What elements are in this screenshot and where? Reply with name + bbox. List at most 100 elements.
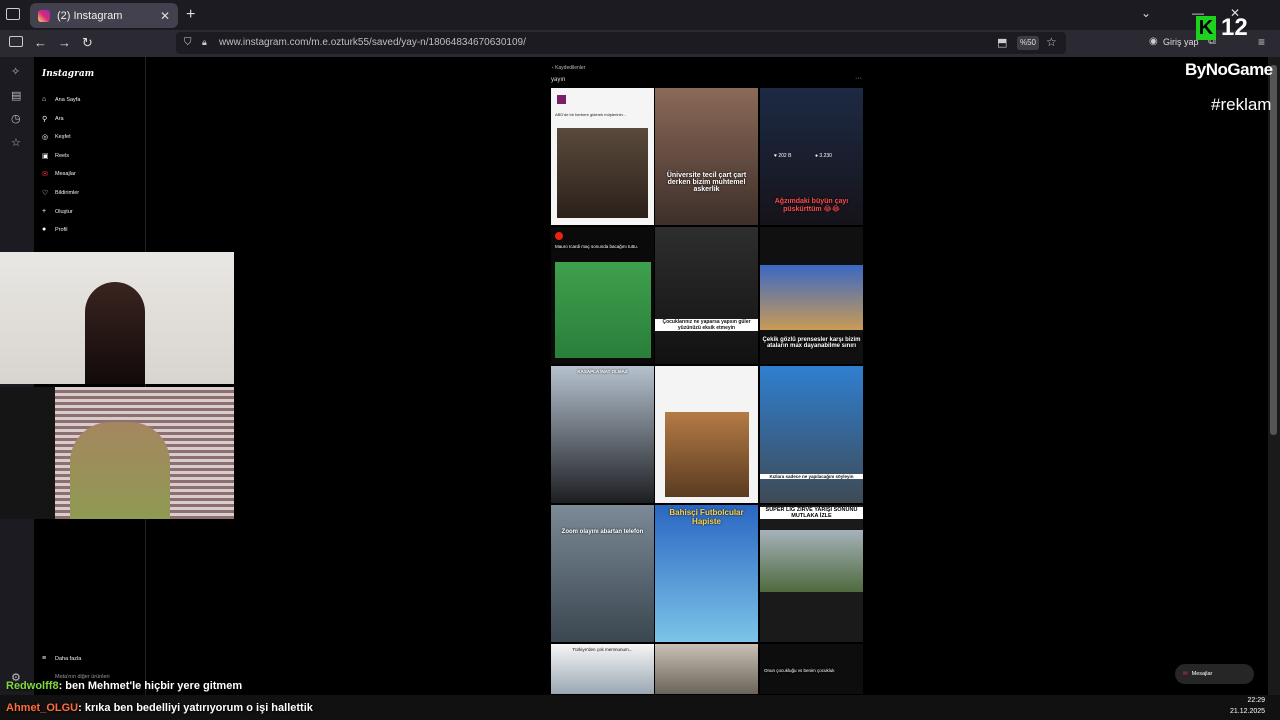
saved-post[interactable] [655, 366, 758, 503]
nav-reels[interactable]: ▣ Reels [42, 152, 69, 160]
nav-search[interactable]: ⚲ Ara [42, 115, 64, 123]
compass-icon: ◎ [42, 134, 49, 141]
post-caption: Bahisçi Futbolcular Hapiste [669, 508, 744, 526]
person-silhouette [70, 422, 170, 519]
sidebar-toggle-icon[interactable] [9, 36, 23, 47]
post-caption: KASAPLA İNAT OLMAZ [577, 369, 628, 374]
bookmarks-icon[interactable]: ☆ [11, 136, 23, 149]
sponsor-brand: ByNoGame [1185, 60, 1273, 79]
plus-icon: + [42, 208, 47, 215]
chat-user: Redwolff8 [6, 680, 59, 692]
login-button[interactable]: Giriş yap [1163, 37, 1199, 47]
history-icon[interactable]: ◷ [11, 112, 23, 125]
system-clock: 22:29 21.12.2025 [1230, 695, 1265, 717]
avatar [555, 232, 563, 240]
tab-instagram[interactable]: (2) Instagram ✕ [30, 3, 178, 28]
post-image [557, 128, 648, 218]
saved-post[interactable]: Çocuklarınız ne yaparsa yapsın güler yüz… [655, 227, 758, 364]
chat-user: Ahmet_OLGU [6, 702, 79, 714]
ai-sparkle-icon[interactable]: ✧ [11, 65, 23, 78]
instagram-favicon-icon [38, 9, 50, 22]
chevron-down-icon[interactable]: ⌄ [1141, 6, 1151, 20]
nav-messages[interactable]: ✉ Mesajlar [42, 170, 76, 178]
nav-more[interactable]: ≡ Daha fazla [42, 655, 81, 662]
post-caption: Kızlara sadece ne yapılacağını söyleyin [760, 474, 863, 479]
saved-post[interactable]: Çekik gözlü prensesler karşı bizim atala… [760, 227, 863, 364]
nav-label: Mesajlar [55, 171, 76, 177]
forward-icon[interactable]: → [58, 35, 71, 50]
webcam-host [0, 252, 234, 384]
post-caption: SÜPER LİG ZİRVE YARIŞI SONUNU MUTLAKA İZ… [760, 507, 863, 519]
synced-tabs-icon[interactable]: ▤ [11, 89, 23, 102]
saved-post[interactable]: Bahisçi Futbolcular Hapiste [655, 505, 758, 642]
saved-post[interactable]: ABD'de bir berbere giderek müşterinin... [551, 88, 654, 225]
nav-notifications[interactable]: ♡ Bildirimler [42, 189, 79, 197]
post-caption: Mauro Icardi maç sonunda bacağını tuttu. [555, 244, 639, 249]
zoom-level[interactable]: %50 [1017, 36, 1039, 50]
collection-title: yayın [551, 77, 566, 83]
likes-count: ♥ 202 B [774, 153, 792, 159]
account-icon: ◉ [1149, 36, 1158, 47]
chat-text: : ben Mehmet'le hiçbir yere gitmem [58, 680, 243, 692]
comments-value: 3.230 [819, 153, 832, 159]
saved-post[interactable]: Üniversite tecil çart çart derken bizim … [655, 88, 758, 225]
reader-mode-icon[interactable]: ⬒ [997, 36, 1007, 49]
more-options-icon[interactable]: ··· [855, 75, 862, 82]
star-icon[interactable]: ☆ [1046, 35, 1057, 49]
saved-post[interactable]: Zoom olayını abartan telefon [551, 505, 654, 642]
back-icon[interactable]: ← [34, 35, 47, 50]
nav-label: Keşfet [55, 134, 71, 140]
new-tab-icon[interactable]: + [186, 6, 195, 24]
back-to-saved-link[interactable]: ‹ Kaydedilenler [552, 65, 585, 71]
chair-shadow [0, 387, 55, 519]
post-caption: Ağzımdaki büyün çayı püskürttüm 😂😂 [774, 198, 849, 213]
nav-explore[interactable]: ◎ Keşfet [42, 133, 71, 141]
post-image [760, 530, 863, 592]
post-caption: Çekik gözlü prensesler karşı bizim atala… [762, 337, 861, 349]
nav-label: Bildirimler [55, 190, 80, 196]
post-caption: Türkiye'den çok memnunum... [572, 647, 633, 652]
shield-icon[interactable]: ⛉ [184, 37, 192, 48]
send-icon: ✉ [1183, 671, 1188, 677]
instagram-logo[interactable]: Instagram [42, 69, 94, 79]
saved-post[interactable]: Mauro Icardi maç sonunda bacağını tuttu. [551, 227, 654, 364]
nav-label: Ara [55, 116, 64, 122]
saved-post[interactable]: Türkiye'den çok memnunum... [551, 644, 654, 694]
saved-post[interactable]: Onun çocukluğu vs benim çocukluk [760, 644, 863, 694]
tab-list-icon[interactable] [6, 8, 20, 20]
saved-post[interactable]: ♥ 202 B ● 3.230 Ağzımdaki büyün çayı püs… [760, 88, 863, 225]
avatar [557, 95, 566, 104]
lock-icon[interactable]: 🔒︎ [202, 37, 207, 48]
clock-date: 21.12.2025 [1230, 708, 1266, 715]
saved-post[interactable]: KASAPLA İNAT OLMAZ [551, 366, 654, 503]
chat-message: Redwolff8: ben Mehmet'le hiçbir yere git… [6, 680, 242, 692]
url-text[interactable]: www.instagram.com/m.e.ozturk55/saved/yay… [219, 37, 526, 48]
saved-post[interactable]: Kızlara sadece ne yapılacağını söyleyin [760, 366, 863, 503]
chat-text: : krıka ben bedelliyi yatırıyorum o işi … [78, 702, 313, 714]
saved-post[interactable] [655, 644, 758, 694]
reload-icon[interactable]: ↻ [82, 35, 93, 51]
hamburger-icon: ≡ [42, 655, 47, 662]
heart-icon: ♡ [42, 190, 49, 197]
likes-value: 202 B [778, 153, 792, 159]
post-caption: Çocuklarınız ne yaparsa yapsın güler yüz… [655, 319, 758, 331]
post-caption: Onun çocukluğu vs benim çocukluk [764, 668, 835, 673]
saved-post[interactable]: SÜPER LİG ZİRVE YARIŞI SONUNU MUTLAKA İZ… [760, 505, 863, 642]
home-icon: ⌂ [42, 96, 47, 103]
nav-home[interactable]: ⌂ Ana Sayfa [42, 96, 80, 103]
nav-label: Profil [55, 226, 68, 233]
nav-create[interactable]: + Oluştur [42, 208, 73, 215]
nav-label: Daha fazla [55, 655, 82, 662]
messages-button[interactable]: ✉ Mesajlar [1175, 664, 1254, 684]
close-tab-icon[interactable]: ✕ [160, 9, 170, 23]
nav-label: Oluştur [55, 208, 73, 215]
nav-profile[interactable]: ● Profil [42, 226, 68, 233]
menu-icon[interactable]: ≡ [1258, 35, 1265, 49]
chat-message: Ahmet_OLGU: krıka ben bedelliyi yatırıyo… [6, 702, 313, 714]
comments-count: ● 3.230 [815, 153, 832, 159]
post-image [555, 262, 651, 358]
scrollbar-thumb[interactable] [1270, 65, 1277, 435]
ad-tag: #reklam [1211, 95, 1272, 114]
webcam-guest [0, 387, 234, 519]
post-image [665, 412, 749, 497]
